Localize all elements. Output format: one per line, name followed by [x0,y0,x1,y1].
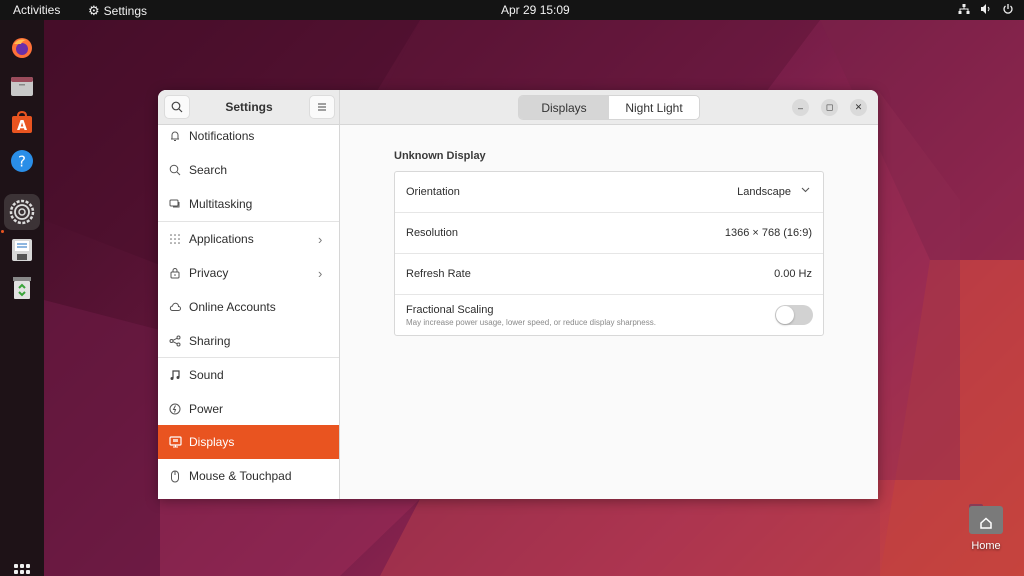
sidebar-item-sound[interactable]: Sound [158,358,339,392]
header-bar: Displays Night Light – ◻ ✕ [340,90,878,125]
toggle-knob [776,306,794,324]
refresh-rate-label: Refresh Rate [406,268,471,280]
dock-item-floppy[interactable] [6,234,38,266]
sidebar-item-search[interactable]: Search [158,153,339,187]
fractional-scaling-label: Fractional Scaling [406,304,494,316]
refresh-rate-value: 0.00 Hz [774,268,812,280]
minimize-button[interactable]: – [792,99,809,116]
fractional-scaling-toggle[interactable] [775,305,813,325]
dock-item-firefox[interactable] [6,32,38,64]
sidebar: Notifications Search Multitasking Applic… [158,125,340,499]
sidebar-item-applications[interactable]: Applications › [158,222,339,256]
resolution-label: Resolution [406,227,458,239]
sidebar-item-displays[interactable]: Displays [158,425,339,459]
firefox-icon [12,38,32,58]
home-folder-icon[interactable] [968,503,1004,535]
sidebar-item-label: Mouse & Touchpad [189,469,292,483]
sidebar-item-notifications[interactable]: Notifications [158,119,339,153]
svg-text:A: A [17,119,27,134]
top-bar: Activities ⚙ Settings Apr 29 15:09 [0,0,1024,20]
sidebar-item-label: Search [189,163,228,177]
chevron-right-icon: › [318,265,323,281]
activities-button[interactable]: Activities [13,3,60,17]
sidebar-item-mouse-touchpad[interactable]: Mouse & Touchpad [158,459,339,493]
minimize-icon: – [797,102,803,113]
lock-icon [168,266,182,280]
volume-icon [980,3,992,18]
dock-item-help[interactable]: ? [6,145,38,177]
main-menu-button[interactable] [309,95,335,119]
floppy-icon [12,239,32,261]
dock-item-settings[interactable] [4,194,40,230]
settings-window: Settings Displays Night Light – ◻ ✕ Noti… [158,90,878,499]
hamburger-menu-icon [318,103,326,111]
sidebar-item-label: Applications [189,232,254,246]
home-folder-label: Home [971,540,1001,552]
maximize-icon: ◻ [825,102,834,112]
tab-displays[interactable]: Displays [519,96,609,119]
software-store-icon: A [12,110,32,134]
sidebar-item-label: Online Accounts [189,300,276,314]
dock-item-files[interactable] [6,70,38,102]
sidebar-item-privacy[interactable]: Privacy › [158,256,339,290]
cloud-icon [168,300,182,314]
app-menu[interactable]: ⚙ Settings [88,3,147,19]
orientation-label: Orientation [406,186,460,198]
svg-text:?: ? [18,153,26,171]
multitasking-icon [168,197,182,211]
network-icon [958,3,970,18]
sidebar-item-power[interactable]: Power [158,392,339,426]
sidebar-item-label: Sound [189,368,224,382]
sidebar-item-label: Notifications [189,129,255,143]
running-indicator [1,230,4,233]
sidebar-item-label: Power [189,402,224,416]
sidebar-item-online-accounts[interactable]: Online Accounts [158,290,339,324]
share-icon [168,334,182,348]
sidebar-item-label: Sharing [189,334,231,348]
orientation-value[interactable]: Landscape [737,186,791,198]
orientation-row[interactable]: Orientation Landscape [395,172,823,213]
display-settings-list: Orientation Landscape Resolution 1366 × … [394,171,824,336]
system-tray[interactable] [958,3,1014,18]
dock-item-software[interactable]: A [6,106,38,138]
chevron-right-icon: › [318,231,323,247]
sidebar-item-multitasking[interactable]: Multitasking [158,187,339,221]
bell-icon [168,129,182,143]
files-icon [11,77,33,96]
tab-night-light[interactable]: Night Light [609,96,699,119]
chevron-down-icon [801,185,810,196]
close-icon: ✕ [854,102,863,112]
trash-icon [13,277,31,299]
display-name-heading: Unknown Display [394,150,486,162]
fractional-scaling-description: May increase power usage, lower speed, o… [406,318,656,327]
dock: A ? [0,20,44,576]
music-note-icon [168,368,182,382]
settings-icon [9,199,35,225]
resolution-row[interactable]: Resolution 1366 × 768 (16:9) [395,213,823,254]
sidebar-item-sharing[interactable]: Sharing [158,324,339,358]
sidebar-item-label: Displays [189,435,235,449]
display-icon [168,435,182,449]
app-menu-label: Settings [103,4,148,18]
refresh-rate-row[interactable]: Refresh Rate 0.00 Hz [395,254,823,295]
gear-icon: ⚙ [88,3,100,18]
resolution-value: 1366 × 768 (16:9) [724,227,812,239]
help-icon: ? [11,150,33,172]
mouse-icon [168,469,182,483]
fractional-scaling-row: Fractional Scaling May increase power us… [395,295,823,336]
close-button[interactable]: ✕ [850,99,867,116]
view-switcher: Displays Night Light [518,95,700,120]
app-grid-icon[interactable] [14,564,30,576]
sidebar-item-label: Privacy [189,266,229,280]
power-icon [168,402,182,416]
search-icon [168,163,182,177]
apps-grid-icon [168,232,182,246]
clock[interactable]: Apr 29 15:09 [501,3,570,17]
power-icon [1002,3,1014,18]
displays-panel: Unknown Display Orientation Landscape Re… [340,125,878,499]
maximize-button[interactable]: ◻ [821,99,838,116]
dock-item-trash[interactable] [6,272,38,304]
sidebar-item-label: Multitasking [189,197,253,211]
